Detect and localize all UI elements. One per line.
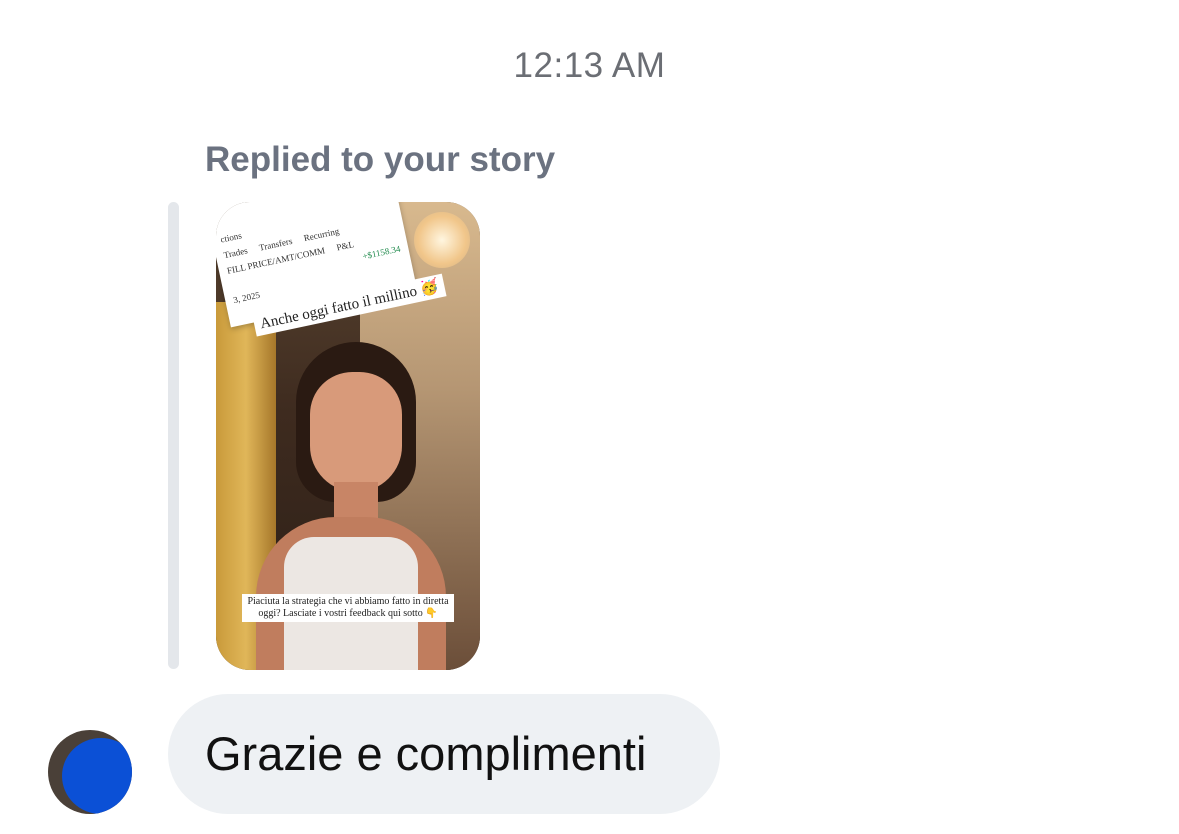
message-text: Grazie e complimenti <box>205 727 647 780</box>
story-lamp <box>414 212 470 268</box>
avatar-redaction <box>62 738 132 814</box>
screenshot-tab: Trades <box>222 245 249 261</box>
avatar[interactable] <box>48 730 132 814</box>
story-caption-bottom: Piaciuta la strategia che vi abbiamo fat… <box>242 594 454 622</box>
screenshot-tab: Transfers <box>258 235 294 253</box>
screenshot-tab: Recurring <box>302 225 341 244</box>
screenshot-pnl-label: P&L <box>335 239 355 253</box>
story-reply-label: Replied to your story <box>205 140 556 179</box>
message-timestamp: 12:13 AM <box>513 46 666 85</box>
story-preview[interactable]: ▮ ◔ ⋯ ctions Trades Transfers Recurring … <box>216 202 480 670</box>
reply-quote-bar <box>168 202 179 669</box>
screenshot-title: ctions <box>219 230 243 245</box>
